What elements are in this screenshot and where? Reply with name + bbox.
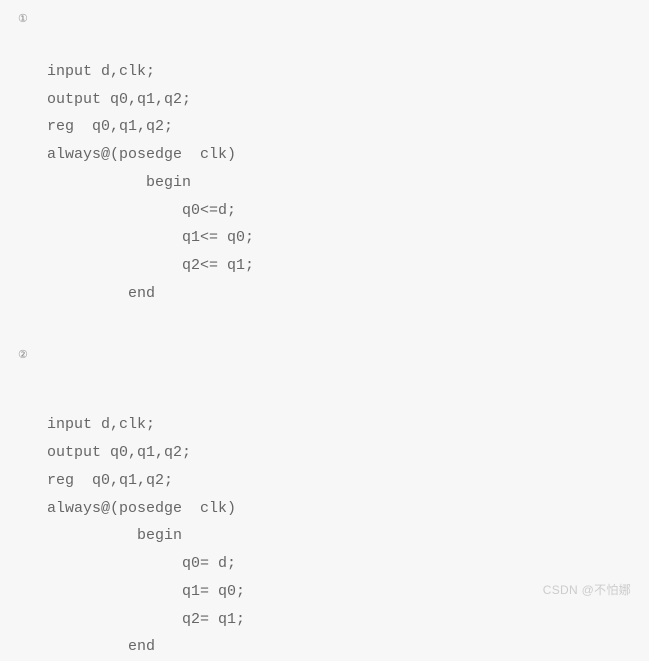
code-line: output q0,q1,q2;	[47, 444, 191, 461]
code-line: q1= q0;	[47, 583, 245, 600]
code-line: q1<= q0;	[47, 229, 254, 246]
marker-1: ①	[18, 12, 649, 26]
watermark: CSDN @不怕娜	[543, 581, 631, 598]
code-line: output q0,q1,q2;	[47, 91, 191, 108]
code-line: end	[47, 638, 155, 655]
code-line: reg q0,q1,q2;	[47, 472, 173, 489]
marker-2: ②	[18, 348, 649, 362]
code-line: q0= d;	[47, 555, 236, 572]
code-line: begin	[47, 527, 182, 544]
code-line: always@(posedge clk)	[47, 146, 236, 163]
spacer-small	[0, 366, 649, 384]
code-line: end	[47, 285, 155, 302]
code-line: reg q0,q1,q2;	[47, 118, 173, 135]
code-line: input d,clk;	[47, 63, 155, 80]
spacer	[0, 308, 649, 348]
code-line: input d,clk;	[47, 416, 155, 433]
code-line: q2= q1;	[47, 611, 245, 628]
code-line: begin	[47, 174, 191, 191]
code-block-1: input d,clk; output q0,q1,q2; reg q0,q1,…	[47, 30, 649, 308]
code-line: always@(posedge clk)	[47, 500, 236, 517]
code-line: q2<= q1;	[47, 257, 254, 274]
code-block-2: input d,clk; output q0,q1,q2; reg q0,q1,…	[47, 384, 649, 661]
code-line: q0<=d;	[47, 202, 236, 219]
